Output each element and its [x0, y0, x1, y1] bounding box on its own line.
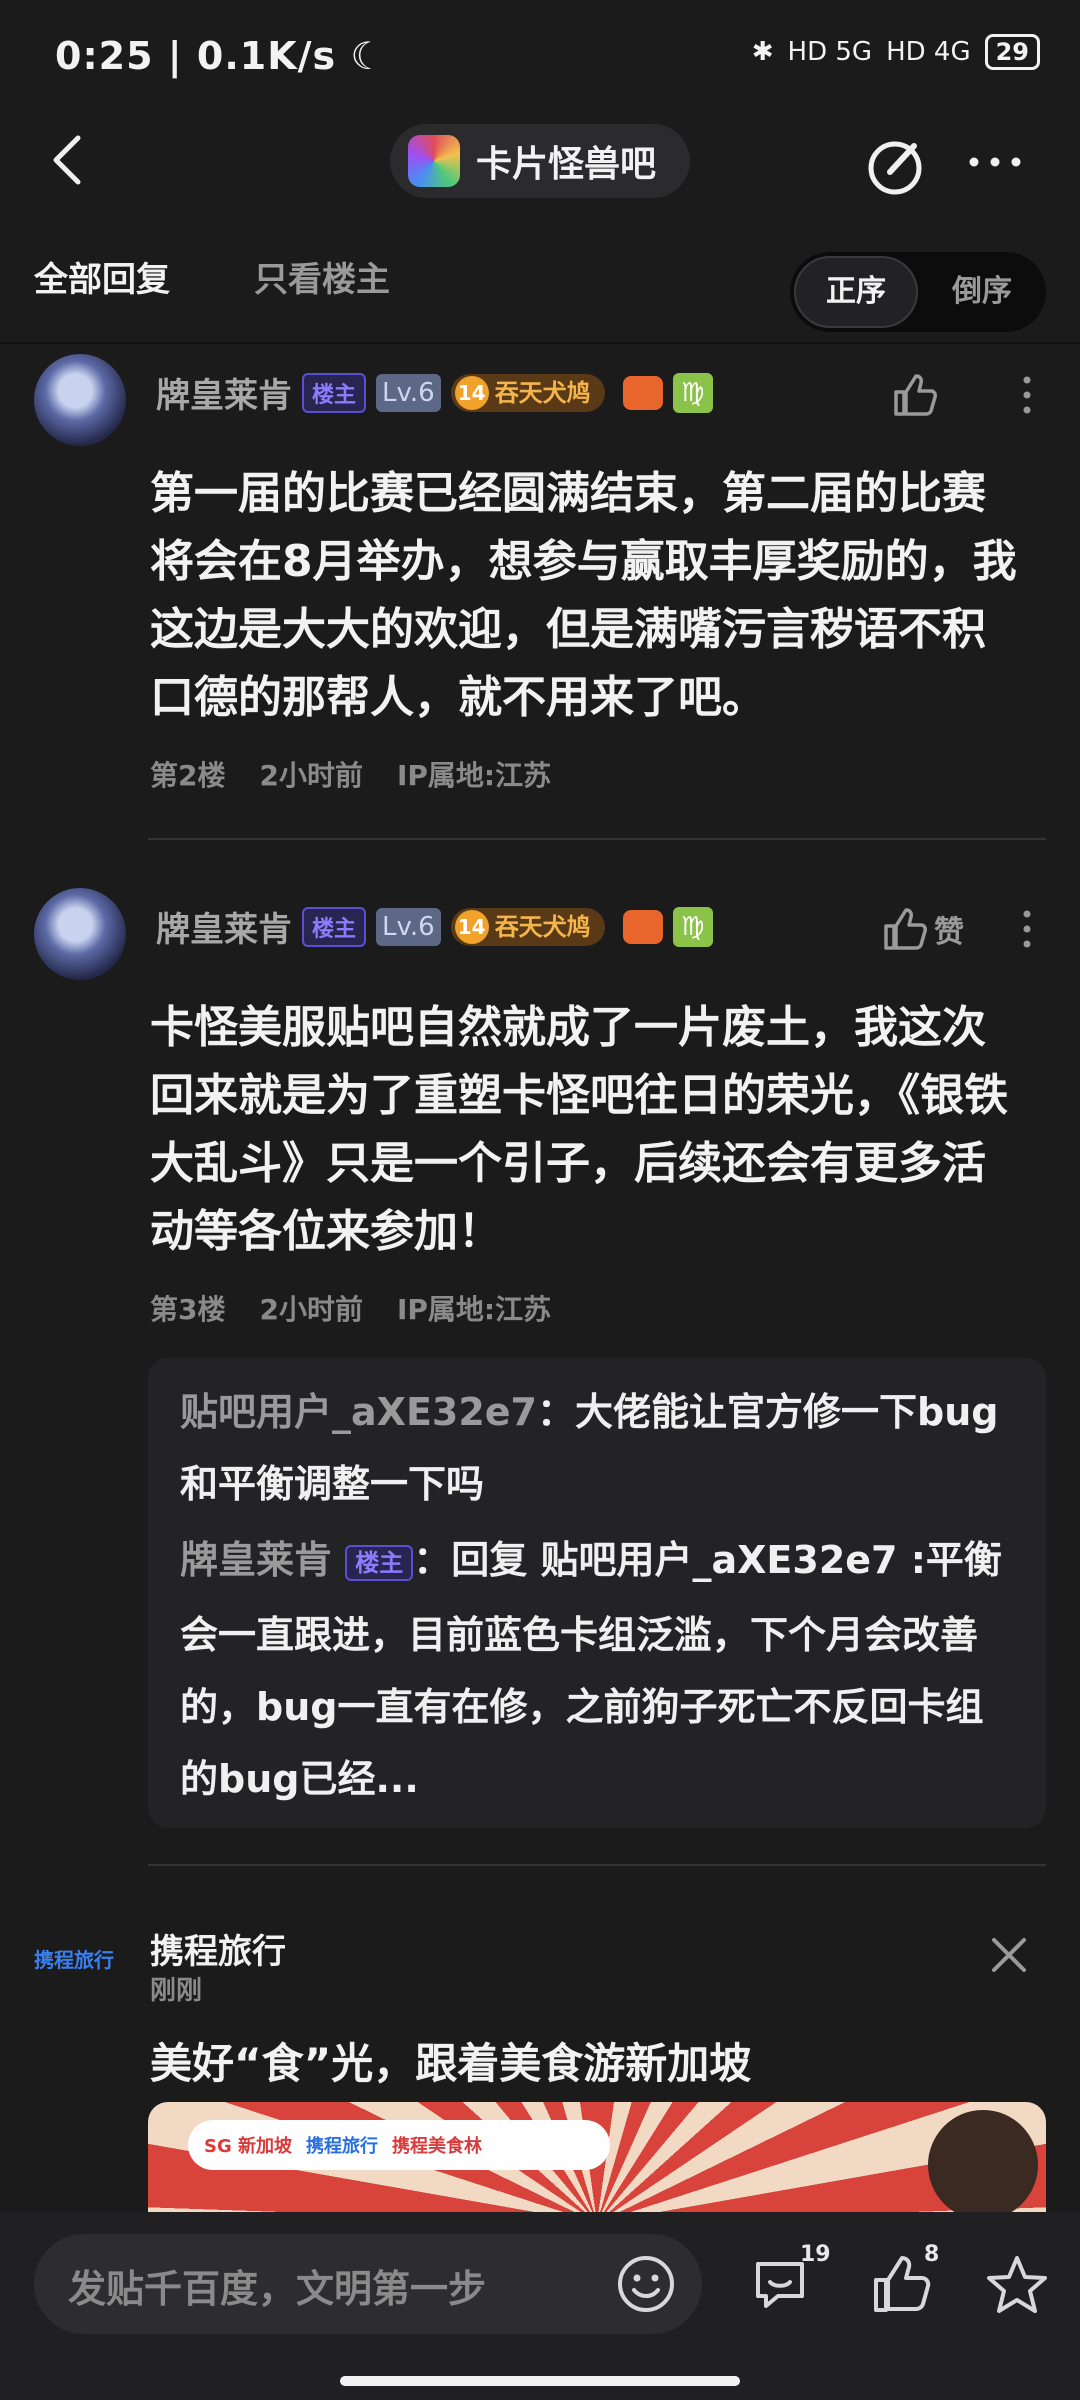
owner-badge: 楼主	[345, 1544, 414, 1581]
more-icon[interactable]	[960, 130, 1030, 200]
ad-banner-item: 携程旅行	[306, 2136, 379, 2157]
battery-indicator: 29	[984, 34, 1040, 70]
like-count: 8	[924, 2242, 940, 2267]
close-icon[interactable]	[984, 1930, 1034, 1980]
forum-icon	[408, 135, 460, 187]
title-badge-number: 14	[454, 375, 489, 410]
tab-owner-only[interactable]: 只看楼主	[254, 252, 390, 301]
home-indicator[interactable]	[340, 2376, 740, 2386]
level-badge: Lv.6	[376, 907, 441, 946]
network-2: HD 4G	[886, 37, 971, 67]
tab-all-replies[interactable]: 全部回复	[34, 252, 170, 301]
ad-person-photo	[928, 2110, 1038, 2212]
edit-icon[interactable]	[860, 130, 930, 200]
ad-headline[interactable]: 美好“食”光，跟着美食游新加坡	[150, 2030, 751, 2091]
post-footer: 第3楼 2小时前 IP属地:江苏	[150, 1288, 551, 1328]
floor-number: 第3楼	[150, 1293, 226, 1326]
level-badge: Lv.6	[376, 373, 441, 412]
sub-reply[interactable]: 牌皇莱肯 楼主 ：回复 贴吧用户_aXE32e7 :平衡会一直跟进，目前蓝色卡组泛…	[180, 1524, 1020, 1815]
title-badge: 14 吞天犬鸠	[450, 907, 605, 946]
post-body: 第一届的比赛已经圆满结束，第二届的比赛将会在8月举办，想参与赢取丰厚奖励的，我这…	[150, 468, 1017, 723]
sub-reply-user[interactable]: 贴吧用户_aXE32e7	[180, 1390, 537, 1434]
username[interactable]: 牌皇莱肯	[156, 368, 292, 417]
avatar[interactable]	[34, 888, 126, 980]
post-header: 牌皇莱肯 楼主 Lv.6 14 吞天犬鸠 ♍	[156, 368, 713, 417]
reply-input[interactable]: 发贴千百度，文明第一步	[34, 2234, 702, 2334]
zodiac-badge: ♍	[672, 372, 713, 413]
sub-replies[interactable]: 贴吧用户_aXE32e7：大佬能让官方修一下bug和平衡调整一下吗 牌皇莱肯 楼…	[148, 1358, 1046, 1828]
like-button[interactable]: 赞	[878, 904, 964, 954]
post-divider	[148, 838, 1046, 840]
owner-badge: 楼主	[302, 906, 367, 947]
title-badge-label: 吞天犬鸠	[494, 912, 591, 941]
avatar[interactable]	[34, 354, 126, 446]
emoji-icon[interactable]	[614, 2252, 678, 2316]
reply-placeholder: 发贴千百度，文明第一步	[68, 2267, 487, 2311]
sort-asc-button[interactable]: 正序	[794, 256, 918, 328]
sort-toggle: 正序 倒序	[790, 252, 1046, 332]
post-header: 牌皇莱肯 楼主 Lv.6 14 吞天犬鸠 ♍	[156, 902, 713, 951]
chevron-left-icon[interactable]	[44, 130, 94, 190]
header-divider	[0, 342, 1080, 344]
ip-location: IP属地:江苏	[396, 759, 552, 792]
owner-badge: 楼主	[302, 372, 367, 413]
game-icon	[622, 375, 663, 410]
post-footer: 第2楼 2小时前 IP属地:江苏	[150, 754, 551, 794]
more-vertical-icon[interactable]	[1002, 370, 1052, 420]
floor-number: 第2楼	[150, 759, 226, 792]
ad-image[interactable]: SG 新加坡 携程旅行 携程美食林	[148, 2102, 1046, 2212]
ad-banner-item: 携程美食林	[392, 2136, 483, 2157]
title-badge-label: 吞天犬鸠	[494, 378, 591, 407]
advertiser-logo: 携程旅行	[34, 1948, 114, 1972]
ad-banner-item: SG 新加坡	[204, 2136, 293, 2157]
zodiac-badge: ♍	[672, 906, 713, 947]
comment-count: 19	[800, 2242, 831, 2267]
post-time: 2小时前	[259, 1293, 363, 1326]
bottom-bar: 发贴千百度，文明第一步 19 8	[0, 2212, 1080, 2400]
post-time: 2小时前	[259, 759, 363, 792]
advertiser-name[interactable]: 携程旅行	[150, 1924, 286, 1973]
game-icon	[622, 909, 663, 944]
username[interactable]: 牌皇莱肯	[156, 902, 292, 951]
status-time: 0:25 | 0.1K/s ☾	[55, 34, 386, 78]
star-icon[interactable]	[982, 2250, 1052, 2320]
post-divider	[148, 1864, 1046, 1866]
status-right: ✱ HD 5G HD 4G 29	[752, 34, 1040, 70]
sub-reply-user[interactable]: 牌皇莱肯	[180, 1538, 332, 1582]
ad-time: 刚刚	[150, 1976, 203, 2006]
like-label: 赞	[934, 915, 964, 950]
thumbs-up-icon[interactable]	[888, 370, 938, 420]
network-1: HD 5G	[787, 37, 873, 67]
more-vertical-icon[interactable]	[1002, 904, 1052, 954]
post-body: 卡怪美服贴吧自然就成了一片废土，我这次回来就是为了重塑卡怪吧往日的荣光，《银铁大…	[150, 1002, 1008, 1257]
title-badge-number: 14	[454, 909, 489, 944]
ad-banner-logos: SG 新加坡 携程旅行 携程美食林	[188, 2120, 610, 2170]
title-badge: 14 吞天犬鸠	[450, 373, 605, 412]
thumbs-up-icon	[884, 908, 927, 950]
bluetooth-icon: ✱	[751, 37, 774, 67]
status-bar: 0:25 | 0.1K/s ☾ ✱ HD 5G HD 4G 29	[0, 0, 1080, 120]
sort-desc-button[interactable]: 倒序	[920, 256, 1044, 328]
forum-title-pill[interactable]: 卡片怪兽吧	[390, 124, 690, 198]
forum-name: 卡片怪兽吧	[476, 144, 657, 185]
sub-reply[interactable]: 贴吧用户_aXE32e7：大佬能让官方修一下bug和平衡调整一下吗	[180, 1376, 1020, 1520]
ip-location: IP属地:江苏	[396, 1293, 552, 1326]
